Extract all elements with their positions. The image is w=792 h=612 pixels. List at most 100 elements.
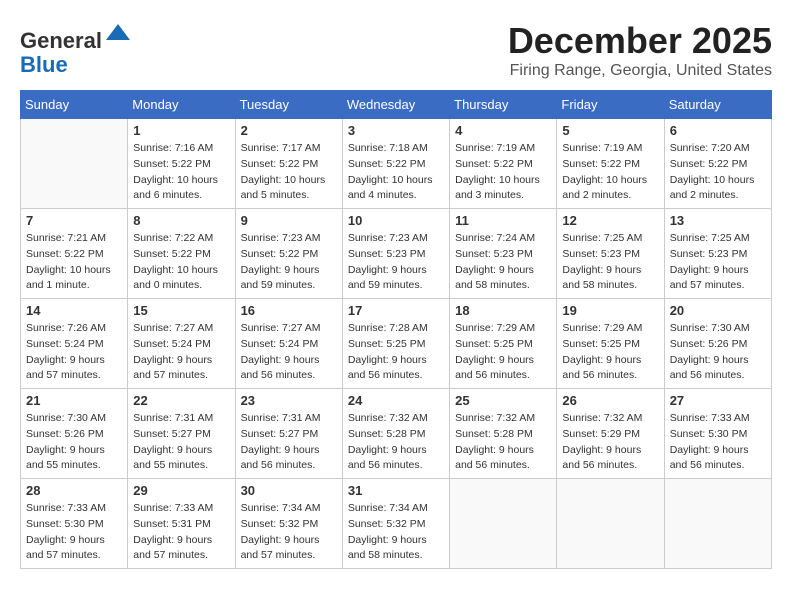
day-info: Sunrise: 7:27 AMSunset: 5:24 PMDaylight:… — [133, 321, 229, 384]
calendar-cell: 5 Sunrise: 7:19 AMSunset: 5:22 PMDaylight… — [557, 119, 664, 209]
calendar-cell: 16 Sunrise: 7:27 AMSunset: 5:24 PMDayligh… — [235, 299, 342, 389]
calendar-cell — [557, 479, 664, 569]
logo-blue: Blue — [20, 52, 68, 77]
title-block: December 2025 Firing Range, Georgia, Uni… — [508, 20, 772, 80]
day-number: 21 — [26, 393, 122, 408]
day-info: Sunrise: 7:30 AMSunset: 5:26 PMDaylight:… — [26, 411, 122, 474]
day-number: 10 — [348, 213, 444, 228]
day-number: 26 — [562, 393, 658, 408]
calendar-cell: 2 Sunrise: 7:17 AMSunset: 5:22 PMDaylight… — [235, 119, 342, 209]
calendar-cell: 17 Sunrise: 7:28 AMSunset: 5:25 PMDayligh… — [342, 299, 449, 389]
calendar-cell: 8Sunrise: 7:22 AMSunset: 5:22 PMDaylight… — [128, 209, 235, 299]
calendar-cell: 21 Sunrise: 7:30 AMSunset: 5:26 PMDayligh… — [21, 389, 128, 479]
day-number: 2 — [241, 123, 337, 138]
day-number: 3 — [348, 123, 444, 138]
day-number: 14 — [26, 303, 122, 318]
day-number: 1 — [133, 123, 229, 138]
calendar-cell: 18 Sunrise: 7:29 AMSunset: 5:25 PMDayligh… — [450, 299, 557, 389]
calendar-header-row: SundayMondayTuesdayWednesdayThursdayFrid… — [21, 91, 772, 119]
calendar-cell: 14Sunrise: 7:26 AMSunset: 5:24 PMDayligh… — [21, 299, 128, 389]
calendar-cell: 1 Sunrise: 7:16 AMSunset: 5:22 PMDaylight… — [128, 119, 235, 209]
day-number: 29 — [133, 483, 229, 498]
day-of-week-header: Friday — [557, 91, 664, 119]
logo-icon — [104, 20, 132, 48]
day-number: 31 — [348, 483, 444, 498]
calendar-cell: 25Sunrise: 7:32 AMSunset: 5:28 PMDayligh… — [450, 389, 557, 479]
calendar-cell: 9Sunrise: 7:23 AMSunset: 5:22 PMDaylight… — [235, 209, 342, 299]
day-number: 22 — [133, 393, 229, 408]
page-header: General Blue December 2025 Firing Range,… — [20, 20, 772, 80]
day-number: 19 — [562, 303, 658, 318]
day-info: Sunrise: 7:32 AMSunset: 5:28 PMDaylight:… — [455, 411, 551, 474]
day-info: Sunrise: 7:30 AMSunset: 5:26 PMDaylight:… — [670, 321, 766, 384]
day-of-week-header: Saturday — [664, 91, 771, 119]
day-number: 6 — [670, 123, 766, 138]
day-info: Sunrise: 7:19 AMSunset: 5:22 PMDaylight:… — [562, 141, 658, 204]
day-of-week-header: Thursday — [450, 91, 557, 119]
calendar-cell: 24Sunrise: 7:32 AMSunset: 5:28 PMDayligh… — [342, 389, 449, 479]
day-info: Sunrise: 7:31 AMSunset: 5:27 PMDaylight:… — [133, 411, 229, 474]
day-number: 15 — [133, 303, 229, 318]
calendar-cell: 7 Sunrise: 7:21 AMSunset: 5:22 PMDaylight… — [21, 209, 128, 299]
calendar-cell: 23Sunrise: 7:31 AMSunset: 5:27 PMDayligh… — [235, 389, 342, 479]
calendar-cell: 26Sunrise: 7:32 AMSunset: 5:29 PMDayligh… — [557, 389, 664, 479]
calendar-cell: 29 Sunrise: 7:33 AMSunset: 5:31 PMDayligh… — [128, 479, 235, 569]
day-info: Sunrise: 7:23 AMSunset: 5:23 PMDaylight:… — [348, 231, 444, 294]
calendar-cell: 11Sunrise: 7:24 AMSunset: 5:23 PMDayligh… — [450, 209, 557, 299]
calendar-cell — [450, 479, 557, 569]
day-info: Sunrise: 7:31 AMSunset: 5:27 PMDaylight:… — [241, 411, 337, 474]
logo-general: General — [20, 28, 102, 53]
calendar-cell: 20 Sunrise: 7:30 AMSunset: 5:26 PMDayligh… — [664, 299, 771, 389]
day-info: Sunrise: 7:21 AMSunset: 5:22 PMDaylight:… — [26, 231, 122, 294]
day-number: 17 — [348, 303, 444, 318]
calendar-cell — [664, 479, 771, 569]
calendar-cell — [21, 119, 128, 209]
day-info: Sunrise: 7:34 AMSunset: 5:32 PMDaylight:… — [241, 501, 337, 564]
calendar-week-row: 21 Sunrise: 7:30 AMSunset: 5:26 PMDayligh… — [21, 389, 772, 479]
day-info: Sunrise: 7:34 AMSunset: 5:32 PMDaylight:… — [348, 501, 444, 564]
day-of-week-header: Monday — [128, 91, 235, 119]
day-number: 12 — [562, 213, 658, 228]
day-info: Sunrise: 7:32 AMSunset: 5:28 PMDaylight:… — [348, 411, 444, 474]
calendar-cell: 27 Sunrise: 7:33 AMSunset: 5:30 PMDayligh… — [664, 389, 771, 479]
day-number: 30 — [241, 483, 337, 498]
day-number: 16 — [241, 303, 337, 318]
day-info: Sunrise: 7:27 AMSunset: 5:24 PMDaylight:… — [241, 321, 337, 384]
calendar-cell: 12 Sunrise: 7:25 AMSunset: 5:23 PMDayligh… — [557, 209, 664, 299]
calendar-cell: 13 Sunrise: 7:25 AMSunset: 5:23 PMDayligh… — [664, 209, 771, 299]
calendar-week-row: 7 Sunrise: 7:21 AMSunset: 5:22 PMDaylight… — [21, 209, 772, 299]
day-info: Sunrise: 7:33 AMSunset: 5:30 PMDaylight:… — [26, 501, 122, 564]
location: Firing Range, Georgia, United States — [508, 62, 772, 80]
day-info: Sunrise: 7:17 AMSunset: 5:22 PMDaylight:… — [241, 141, 337, 204]
day-number: 13 — [670, 213, 766, 228]
day-number: 20 — [670, 303, 766, 318]
calendar-cell: 3Sunrise: 7:18 AMSunset: 5:22 PMDaylight… — [342, 119, 449, 209]
calendar-table: SundayMondayTuesdayWednesdayThursdayFrid… — [20, 90, 772, 569]
day-info: Sunrise: 7:33 AMSunset: 5:30 PMDaylight:… — [670, 411, 766, 474]
day-info: Sunrise: 7:25 AMSunset: 5:23 PMDaylight:… — [562, 231, 658, 294]
day-of-week-header: Wednesday — [342, 91, 449, 119]
day-number: 27 — [670, 393, 766, 408]
day-number: 18 — [455, 303, 551, 318]
day-info: Sunrise: 7:29 AMSunset: 5:25 PMDaylight:… — [562, 321, 658, 384]
day-info: Sunrise: 7:29 AMSunset: 5:25 PMDaylight:… — [455, 321, 551, 384]
day-number: 28 — [26, 483, 122, 498]
day-info: Sunrise: 7:28 AMSunset: 5:25 PMDaylight:… — [348, 321, 444, 384]
day-info: Sunrise: 7:23 AMSunset: 5:22 PMDaylight:… — [241, 231, 337, 294]
calendar-cell: 19 Sunrise: 7:29 AMSunset: 5:25 PMDayligh… — [557, 299, 664, 389]
calendar-cell: 6 Sunrise: 7:20 AMSunset: 5:22 PMDaylight… — [664, 119, 771, 209]
calendar-cell: 15 Sunrise: 7:27 AMSunset: 5:24 PMDayligh… — [128, 299, 235, 389]
day-info: Sunrise: 7:16 AMSunset: 5:22 PMDaylight:… — [133, 141, 229, 204]
day-number: 5 — [562, 123, 658, 138]
day-number: 7 — [26, 213, 122, 228]
day-info: Sunrise: 7:20 AMSunset: 5:22 PMDaylight:… — [670, 141, 766, 204]
day-number: 11 — [455, 213, 551, 228]
calendar-cell: 30 Sunrise: 7:34 AMSunset: 5:32 PMDayligh… — [235, 479, 342, 569]
calendar-cell: 22 Sunrise: 7:31 AMSunset: 5:27 PMDayligh… — [128, 389, 235, 479]
calendar-week-row: 28 Sunrise: 7:33 AMSunset: 5:30 PMDayligh… — [21, 479, 772, 569]
day-info: Sunrise: 7:33 AMSunset: 5:31 PMDaylight:… — [133, 501, 229, 564]
day-info: Sunrise: 7:22 AMSunset: 5:22 PMDaylight:… — [133, 231, 229, 294]
day-of-week-header: Sunday — [21, 91, 128, 119]
day-info: Sunrise: 7:25 AMSunset: 5:23 PMDaylight:… — [670, 231, 766, 294]
calendar-cell: 28 Sunrise: 7:33 AMSunset: 5:30 PMDayligh… — [21, 479, 128, 569]
